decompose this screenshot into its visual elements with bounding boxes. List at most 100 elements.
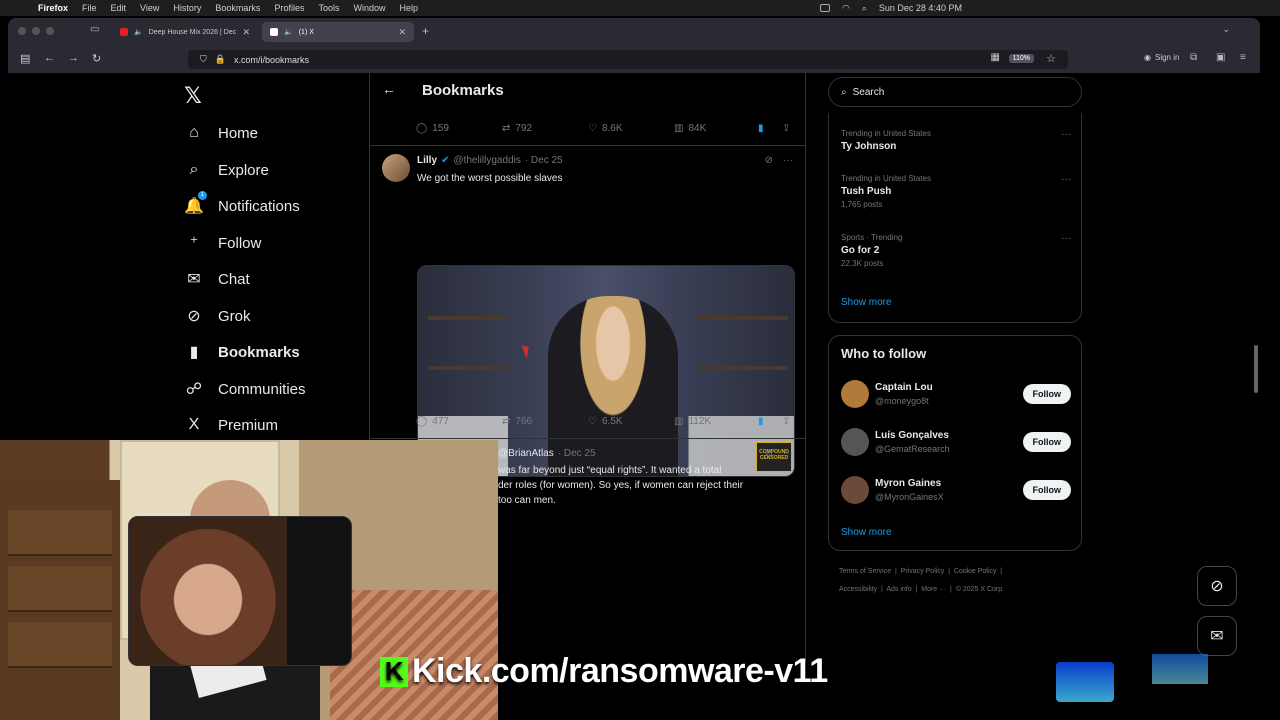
nav-notifications[interactable]: 🔔 1 Notifications — [184, 191, 300, 220]
reply-button[interactable]: ◯ 477 — [416, 416, 449, 427]
footer-link[interactable]: Terms of Service — [839, 568, 891, 575]
post-date[interactable]: · Dec 25 — [525, 155, 563, 166]
avatar[interactable] — [382, 154, 410, 182]
account-sign-in[interactable]: ◉ Sign in — [1144, 53, 1179, 62]
follow-button[interactable]: Follow — [1022, 432, 1071, 452]
avatar[interactable] — [841, 380, 869, 408]
spotlight-icon[interactable]: ⌕ — [862, 3, 867, 14]
post-lilly[interactable]: Lilly ✔ @thelillygaddis · Dec 25 ⊘ ··· W… — [370, 145, 805, 477]
tab-x[interactable]: 🔈 (1) X ✕ — [262, 22, 414, 42]
menu-hamburger-icon[interactable]: ≡ — [1240, 52, 1246, 63]
trends-show-more-link[interactable]: Show more — [841, 297, 892, 308]
new-tab-icon[interactable]: + — [422, 24, 429, 38]
follow-suggestion[interactable]: Luís Gonçalves @GematResearch Follow — [841, 428, 1071, 460]
like-button[interactable]: ♡ 6.5K — [588, 416, 623, 427]
author-handle[interactable]: @BrianAtlas — [498, 448, 554, 459]
menu-profiles[interactable]: Profiles — [274, 3, 304, 13]
extension-icon[interactable]: ▣ — [1216, 52, 1225, 63]
trend-item[interactable]: Trending in United States Tush Push 1,76… — [841, 174, 1071, 209]
follow-suggestion[interactable]: Myron Gaines @MyronGainesX Follow — [841, 476, 1071, 508]
lock-icon[interactable]: 🔒 — [215, 54, 226, 65]
post-media-image[interactable] — [128, 516, 352, 666]
wifi-icon[interactable]: ◠ — [842, 3, 850, 14]
author-handle[interactable]: @thelillygaddis — [453, 155, 520, 166]
bookmark-button[interactable]: ▮ — [758, 416, 764, 427]
nav-communities[interactable]: ☍ Communities — [184, 375, 306, 403]
grok-icon[interactable]: ⊘ — [765, 155, 773, 166]
menu-tools[interactable]: Tools — [318, 3, 339, 13]
like-button[interactable]: ♡ 8.6K — [588, 123, 623, 134]
grok-icon[interactable]: ⊘ — [765, 448, 773, 459]
extensions-icon[interactable]: ⧉ — [1190, 52, 1197, 63]
menu-window[interactable]: Window — [353, 3, 385, 13]
trend-item[interactable]: Trending in United States Ty Johnson ··· — [841, 129, 1071, 152]
zoom-level-badge[interactable]: 110% — [1008, 54, 1034, 63]
battery-icon[interactable] — [820, 4, 830, 12]
menubar-clock[interactable]: Sun Dec 28 4:40 PM — [879, 3, 962, 13]
speaker-icon[interactable]: 🔈 — [134, 28, 143, 36]
repost-button[interactable]: ⇄ 792 — [502, 123, 532, 134]
suggestion-name[interactable]: Myron Gaines — [875, 478, 941, 489]
forward-icon[interactable]: → — [68, 52, 79, 64]
footer-link[interactable]: Privacy Policy — [901, 568, 945, 575]
tab-deep-house[interactable]: 🔈 Deep House Mix 2026 | Dec ✕ — [112, 22, 258, 42]
nav-bookmarks[interactable]: ▮ Bookmarks — [184, 338, 300, 366]
more-icon[interactable]: ··· — [1061, 233, 1071, 244]
speaker-icon[interactable]: 🔈 — [284, 28, 293, 36]
follow-show-more-link[interactable]: Show more — [841, 527, 892, 538]
nav-follow[interactable]: ⁺ Follow — [184, 229, 262, 257]
follow-button[interactable]: Follow — [1022, 384, 1071, 404]
tracking-shield-icon[interactable]: ⛉ — [200, 54, 207, 65]
suggestion-name[interactable]: Captain Lou — [875, 382, 933, 393]
nav-home[interactable]: ⌂ Home — [184, 119, 258, 147]
reader-view-icon[interactable]: ▦ — [991, 52, 1000, 63]
author-name[interactable]: Lilly — [417, 155, 437, 166]
trend-item[interactable]: Sports · Trending Go for 2 22.3K posts ·… — [841, 233, 1071, 268]
url-bar[interactable]: ⛉ 🔒 x.com/i/bookmarks ▦ 110% ☆ — [188, 50, 1068, 69]
close-tab-icon[interactable]: ✕ — [398, 27, 406, 38]
search-input[interactable]: ⌕ Search — [828, 77, 1082, 107]
messages-fab-button[interactable]: ✉ — [1197, 616, 1237, 656]
follow-suggestion[interactable]: Captain Lou @moneygo8t Follow — [841, 380, 1071, 412]
more-icon[interactable]: ··· — [1061, 129, 1071, 140]
menu-view[interactable]: View — [140, 3, 159, 13]
suggestion-name[interactable]: Luís Gonçalves — [875, 430, 949, 441]
x-logo-icon[interactable]: 𝕏 — [184, 83, 202, 109]
bookmark-button[interactable]: ▮ — [758, 123, 764, 134]
follow-button[interactable]: Follow — [1022, 480, 1071, 500]
nav-chat[interactable]: ✉ Chat — [184, 265, 249, 293]
more-icon[interactable]: ··· — [783, 448, 793, 459]
nav-premium[interactable]: X Premium — [184, 411, 278, 439]
menu-bookmarks[interactable]: Bookmarks — [215, 3, 260, 13]
tab-overview-icon[interactable]: ▭ — [90, 24, 99, 35]
post-date[interactable]: · Dec 25 — [558, 448, 596, 459]
close-window-button[interactable] — [18, 27, 26, 35]
more-icon[interactable]: ··· — [1061, 174, 1071, 185]
close-tab-icon[interactable]: ✕ — [242, 27, 250, 38]
url-text[interactable]: x.com/i/bookmarks — [234, 55, 309, 65]
reload-icon[interactable]: ↻ — [92, 52, 101, 65]
avatar[interactable] — [841, 428, 869, 456]
footer-link[interactable]: Cookie Policy — [954, 568, 996, 575]
tab-list-chevron-icon[interactable]: ⌄ — [1222, 24, 1230, 35]
zoom-window-button[interactable] — [46, 27, 54, 35]
bookmark-star-icon[interactable]: ☆ — [1046, 52, 1056, 65]
menu-app-name[interactable]: Firefox — [38, 3, 68, 13]
nav-grok[interactable]: ⊘ Grok — [184, 302, 250, 330]
menu-history[interactable]: History — [173, 3, 201, 13]
share-button[interactable]: ⇪ — [782, 416, 790, 427]
menu-edit[interactable]: Edit — [111, 3, 127, 13]
footer-link[interactable]: Ads info — [886, 586, 911, 593]
back-icon[interactable]: ← — [44, 52, 55, 64]
minimize-window-button[interactable] — [32, 27, 40, 35]
footer-link[interactable]: Accessibility — [839, 586, 877, 593]
share-button[interactable]: ⇪ — [782, 123, 790, 134]
views-button[interactable]: ▥ 84K — [674, 123, 706, 134]
avatar[interactable] — [841, 476, 869, 504]
more-icon[interactable]: ··· — [783, 155, 793, 166]
repost-button[interactable]: ⇄ 766 — [502, 416, 532, 427]
footer-link[interactable]: More ··· — [921, 586, 946, 593]
views-button[interactable]: ▥ 112K — [674, 416, 711, 427]
sidebar-toggle-icon[interactable]: ▤ — [20, 52, 30, 65]
back-arrow-icon[interactable]: ← — [382, 81, 396, 97]
